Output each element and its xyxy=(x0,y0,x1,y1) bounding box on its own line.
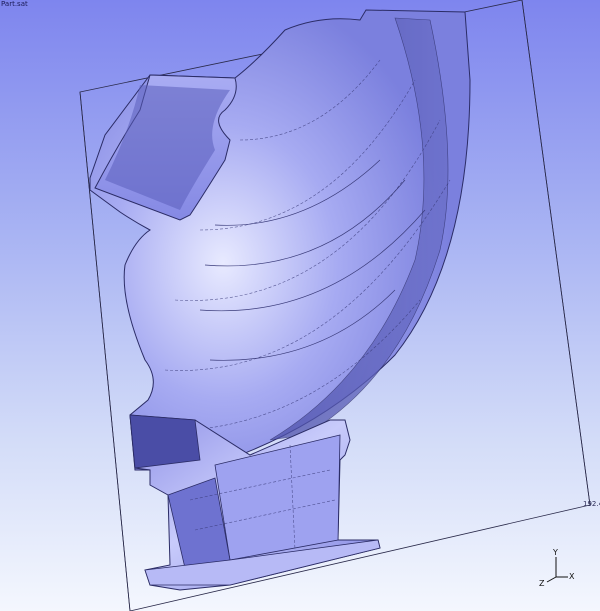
y-axis-label: Y xyxy=(553,548,558,557)
bounding-box-dimension: 192.4 xyxy=(583,500,600,508)
axis-triad: Y X Z xyxy=(536,548,576,591)
model-name-label: Part.sat xyxy=(1,0,28,8)
3d-viewport[interactable]: Part.sat 192.4 Y X Z xyxy=(0,0,600,611)
model-scene[interactable] xyxy=(0,0,600,611)
elbow-body[interactable] xyxy=(89,9,471,471)
z-axis-label: Z xyxy=(539,579,545,588)
x-axis-label: X xyxy=(569,572,575,581)
